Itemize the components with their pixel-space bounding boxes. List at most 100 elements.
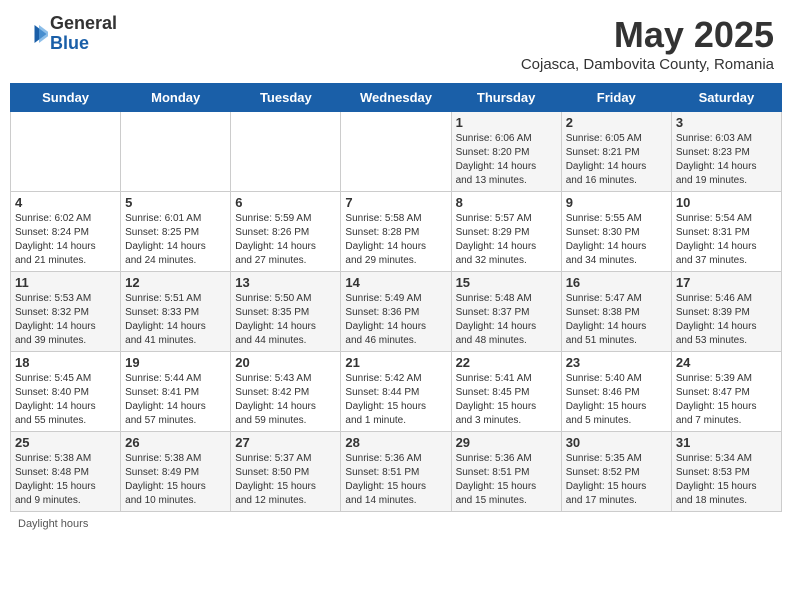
day-info: Sunrise: 5:53 AM Sunset: 8:32 PM Dayligh… — [15, 292, 116, 348]
day-number: 8 — [456, 195, 557, 210]
calendar-cell: 17 Sunrise: 5:46 AM Sunset: 8:39 PM Dayli… — [671, 272, 781, 352]
day-number: 23 — [566, 355, 667, 370]
logo-icon — [18, 19, 48, 49]
day-info: Sunrise: 5:38 AM Sunset: 8:48 PM Dayligh… — [15, 452, 116, 508]
day-info: Sunrise: 5:45 AM Sunset: 8:40 PM Dayligh… — [15, 372, 116, 428]
location-subtitle: Cojasca, Dambovita County, Romania — [521, 56, 774, 73]
day-info: Sunrise: 5:55 AM Sunset: 8:30 PM Dayligh… — [566, 212, 667, 268]
day-number: 19 — [125, 355, 226, 370]
day-info: Sunrise: 5:38 AM Sunset: 8:49 PM Dayligh… — [125, 452, 226, 508]
col-header-thursday: Thursday — [451, 84, 561, 112]
title-block: May 2025 Cojasca, Dambovita County, Roma… — [521, 14, 774, 73]
col-header-monday: Monday — [121, 84, 231, 112]
day-number: 5 — [125, 195, 226, 210]
day-number: 11 — [15, 275, 116, 290]
calendar-cell: 16 Sunrise: 5:47 AM Sunset: 8:38 PM Dayli… — [561, 272, 671, 352]
day-number: 18 — [15, 355, 116, 370]
calendar-cell: 12Sunrise: 5:51 AM Sunset: 8:33 PM Dayli… — [121, 272, 231, 352]
day-number: 29 — [456, 435, 557, 450]
calendar-cell: 27 Sunrise: 5:37 AM Sunset: 8:50 PM Dayli… — [231, 432, 341, 512]
day-number: 6 — [235, 195, 336, 210]
calendar-week-row: 1 Sunrise: 6:06 AM Sunset: 8:20 PM Daylig… — [11, 112, 782, 192]
day-info: Sunrise: 6:01 AM Sunset: 8:25 PM Dayligh… — [125, 212, 226, 268]
day-number: 15 — [456, 275, 557, 290]
calendar-cell: 21 Sunrise: 5:42 AM Sunset: 8:44 PM Dayli… — [341, 352, 451, 432]
day-info: Sunrise: 5:57 AM Sunset: 8:29 PM Dayligh… — [456, 212, 557, 268]
month-year-title: May 2025 — [521, 14, 774, 56]
day-info: Sunrise: 5:58 AM Sunset: 8:28 PM Dayligh… — [345, 212, 446, 268]
calendar-cell: 14 Sunrise: 5:49 AM Sunset: 8:36 PM Dayli… — [341, 272, 451, 352]
day-number: 31 — [676, 435, 777, 450]
day-number: 10 — [676, 195, 777, 210]
calendar-week-row: 11 Sunrise: 5:53 AM Sunset: 8:32 PM Dayli… — [11, 272, 782, 352]
col-header-saturday: Saturday — [671, 84, 781, 112]
calendar-cell: 26 Sunrise: 5:38 AM Sunset: 8:49 PM Dayli… — [121, 432, 231, 512]
day-number: 9 — [566, 195, 667, 210]
day-number: 17 — [676, 275, 777, 290]
day-number: 3 — [676, 115, 777, 130]
day-number: 27 — [235, 435, 336, 450]
page-header: General Blue May 2025 Cojasca, Dambovita… — [10, 10, 782, 77]
day-number: 26 — [125, 435, 226, 450]
day-info: Sunrise: 5:40 AM Sunset: 8:46 PM Dayligh… — [566, 372, 667, 428]
day-number: 22 — [456, 355, 557, 370]
calendar-cell: 31 Sunrise: 5:34 AM Sunset: 8:53 PM Dayli… — [671, 432, 781, 512]
day-info: Sunrise: 6:06 AM Sunset: 8:20 PM Dayligh… — [456, 132, 557, 188]
calendar-cell: 15 Sunrise: 5:48 AM Sunset: 8:37 PM Dayli… — [451, 272, 561, 352]
calendar-cell: 5 Sunrise: 6:01 AM Sunset: 8:25 PM Daylig… — [121, 192, 231, 272]
day-number: 14 — [345, 275, 446, 290]
day-info: Sunrise: 5:34 AM Sunset: 8:53 PM Dayligh… — [676, 452, 777, 508]
day-info: Sunrise: 5:49 AM Sunset: 8:36 PM Dayligh… — [345, 292, 446, 348]
calendar-cell: 6 Sunrise: 5:59 AM Sunset: 8:26 PM Daylig… — [231, 192, 341, 272]
calendar-cell: 11 Sunrise: 5:53 AM Sunset: 8:32 PM Dayli… — [11, 272, 121, 352]
col-header-friday: Friday — [561, 84, 671, 112]
logo-text: General Blue — [50, 14, 117, 54]
day-info: Sunrise: 5:37 AM Sunset: 8:50 PM Dayligh… — [235, 452, 336, 508]
calendar-footer: Daylight hours — [10, 518, 782, 530]
calendar-cell: 10Sunrise: 5:54 AM Sunset: 8:31 PM Dayli… — [671, 192, 781, 272]
calendar-week-row: 25 Sunrise: 5:38 AM Sunset: 8:48 PM Dayli… — [11, 432, 782, 512]
calendar-cell: 19Sunrise: 5:44 AM Sunset: 8:41 PM Dayli… — [121, 352, 231, 432]
day-info: Sunrise: 5:46 AM Sunset: 8:39 PM Dayligh… — [676, 292, 777, 348]
calendar-cell: 24 Sunrise: 5:39 AM Sunset: 8:47 PM Dayli… — [671, 352, 781, 432]
calendar-cell: 4 Sunrise: 6:02 AM Sunset: 8:24 PM Daylig… — [11, 192, 121, 272]
day-number: 20 — [235, 355, 336, 370]
day-number: 24 — [676, 355, 777, 370]
calendar-week-row: 4 Sunrise: 6:02 AM Sunset: 8:24 PM Daylig… — [11, 192, 782, 272]
day-number: 21 — [345, 355, 446, 370]
day-number: 2 — [566, 115, 667, 130]
calendar-cell: 28Sunrise: 5:36 AM Sunset: 8:51 PM Dayli… — [341, 432, 451, 512]
day-number: 4 — [15, 195, 116, 210]
day-number: 12 — [125, 275, 226, 290]
day-info: Sunrise: 5:59 AM Sunset: 8:26 PM Dayligh… — [235, 212, 336, 268]
day-info: Sunrise: 5:41 AM Sunset: 8:45 PM Dayligh… — [456, 372, 557, 428]
calendar-cell: 8 Sunrise: 5:57 AM Sunset: 8:29 PM Daylig… — [451, 192, 561, 272]
day-number: 28 — [345, 435, 446, 450]
calendar-cell — [121, 112, 231, 192]
calendar-cell: 2 Sunrise: 6:05 AM Sunset: 8:21 PM Daylig… — [561, 112, 671, 192]
logo: General Blue — [18, 14, 117, 54]
col-header-tuesday: Tuesday — [231, 84, 341, 112]
daylight-hours-label: Daylight hours — [18, 518, 88, 530]
calendar-table: SundayMondayTuesdayWednesdayThursdayFrid… — [10, 83, 782, 512]
calendar-cell: 23 Sunrise: 5:40 AM Sunset: 8:46 PM Dayli… — [561, 352, 671, 432]
day-info: Sunrise: 5:39 AM Sunset: 8:47 PM Dayligh… — [676, 372, 777, 428]
day-info: Sunrise: 6:05 AM Sunset: 8:21 PM Dayligh… — [566, 132, 667, 188]
day-info: Sunrise: 5:47 AM Sunset: 8:38 PM Dayligh… — [566, 292, 667, 348]
day-number: 16 — [566, 275, 667, 290]
day-info: Sunrise: 5:42 AM Sunset: 8:44 PM Dayligh… — [345, 372, 446, 428]
calendar-cell: 1 Sunrise: 6:06 AM Sunset: 8:20 PM Daylig… — [451, 112, 561, 192]
logo-blue-text: Blue — [50, 34, 117, 54]
calendar-cell: 9 Sunrise: 5:55 AM Sunset: 8:30 PM Daylig… — [561, 192, 671, 272]
day-number: 1 — [456, 115, 557, 130]
calendar-cell — [11, 112, 121, 192]
calendar-week-row: 18 Sunrise: 5:45 AM Sunset: 8:40 PM Dayli… — [11, 352, 782, 432]
calendar-cell: 30Sunrise: 5:35 AM Sunset: 8:52 PM Dayli… — [561, 432, 671, 512]
day-number: 7 — [345, 195, 446, 210]
calendar-cell: 20Sunrise: 5:43 AM Sunset: 8:42 PM Dayli… — [231, 352, 341, 432]
day-number: 25 — [15, 435, 116, 450]
day-info: Sunrise: 5:50 AM Sunset: 8:35 PM Dayligh… — [235, 292, 336, 348]
calendar-cell: 22 Sunrise: 5:41 AM Sunset: 8:45 PM Dayli… — [451, 352, 561, 432]
day-info: Sunrise: 5:48 AM Sunset: 8:37 PM Dayligh… — [456, 292, 557, 348]
day-info: Sunrise: 6:02 AM Sunset: 8:24 PM Dayligh… — [15, 212, 116, 268]
